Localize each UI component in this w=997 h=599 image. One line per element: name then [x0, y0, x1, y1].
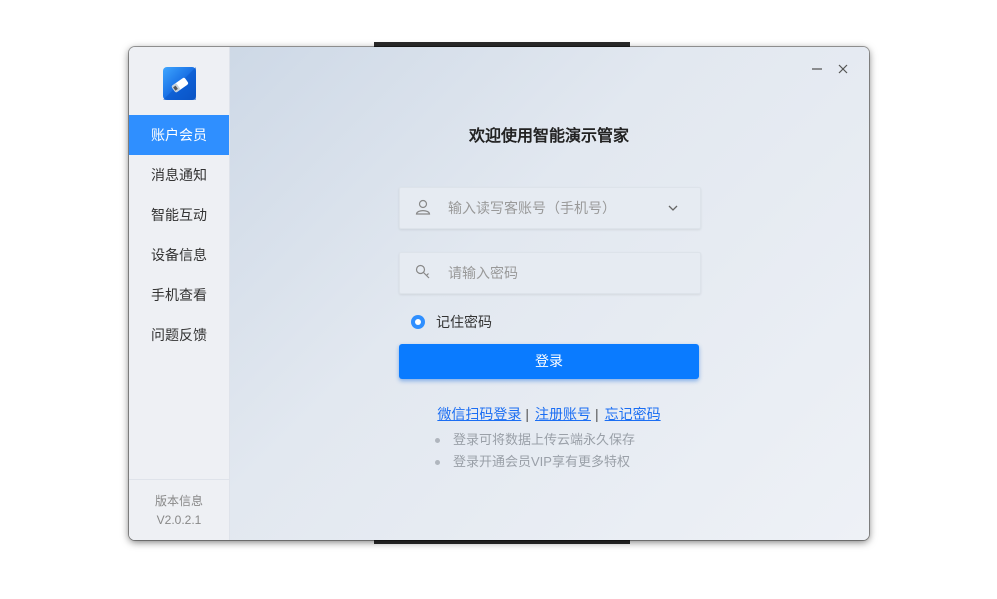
password-input[interactable]: 请输入密码 — [448, 253, 518, 293]
sidebar-item-device[interactable]: 设备信息 — [129, 235, 229, 275]
key-icon — [415, 264, 430, 279]
register-link[interactable]: 注册账号 — [535, 406, 591, 422]
wechat-login-link[interactable]: 微信扫码登录 — [437, 406, 521, 422]
sidebar-nav: 账户会员 消息通知 智能互动 设备信息 手机查看 问题反馈 — [129, 115, 229, 355]
login-tips: 登录可将数据上传云端永久保存 登录开通会员VIP享有更多特权 — [435, 429, 635, 473]
page-title: 欢迎使用智能演示管家 — [468, 128, 629, 145]
sidebar-item-interaction[interactable]: 智能互动 — [129, 195, 229, 235]
link-separator: | — [525, 406, 529, 422]
account-field[interactable]: 输入读写客账号（手机号） — [399, 187, 701, 229]
close-button[interactable] — [833, 59, 853, 79]
sidebar-item-messages[interactable]: 消息通知 — [129, 155, 229, 195]
app-logo-icon — [163, 67, 196, 100]
chevron-down-icon[interactable] — [666, 201, 680, 215]
version-label: 版本信息 — [154, 494, 203, 508]
remember-password-label: 记住密码 — [436, 314, 492, 330]
link-separator: | — [595, 406, 599, 422]
radio-checked-icon[interactable] — [411, 315, 425, 329]
minimize-button[interactable] — [807, 59, 827, 79]
version-info: 版本信息 V2.0.2.1 — [129, 479, 229, 540]
sidebar-item-mobile[interactable]: 手机查看 — [129, 275, 229, 315]
sidebar-item-feedback[interactable]: 问题反馈 — [129, 315, 229, 355]
forgot-password-link[interactable]: 忘记密码 — [605, 406, 661, 422]
account-input[interactable]: 输入读写客账号（手机号） — [448, 188, 616, 228]
user-icon — [415, 199, 431, 215]
tip-item: 登录可将数据上传云端永久保存 — [435, 429, 635, 451]
sidebar-item-account[interactable]: 账户会员 — [129, 115, 229, 155]
login-button[interactable]: 登录 — [399, 344, 699, 379]
password-field[interactable]: 请输入密码 — [399, 252, 701, 294]
close-icon — [838, 64, 848, 74]
minimize-icon — [812, 68, 822, 70]
login-window: 账户会员 消息通知 智能互动 设备信息 手机查看 问题反馈 版本信息 V2.0.… — [129, 47, 869, 540]
sidebar: 账户会员 消息通知 智能互动 设备信息 手机查看 问题反馈 版本信息 V2.0.… — [129, 47, 230, 540]
tip-item: 登录开通会员VIP享有更多特权 — [435, 451, 635, 473]
version-number: V2.0.2.1 — [156, 513, 202, 527]
auth-links: 微信扫码登录 | 注册账号 | 忘记密码 — [229, 404, 869, 424]
